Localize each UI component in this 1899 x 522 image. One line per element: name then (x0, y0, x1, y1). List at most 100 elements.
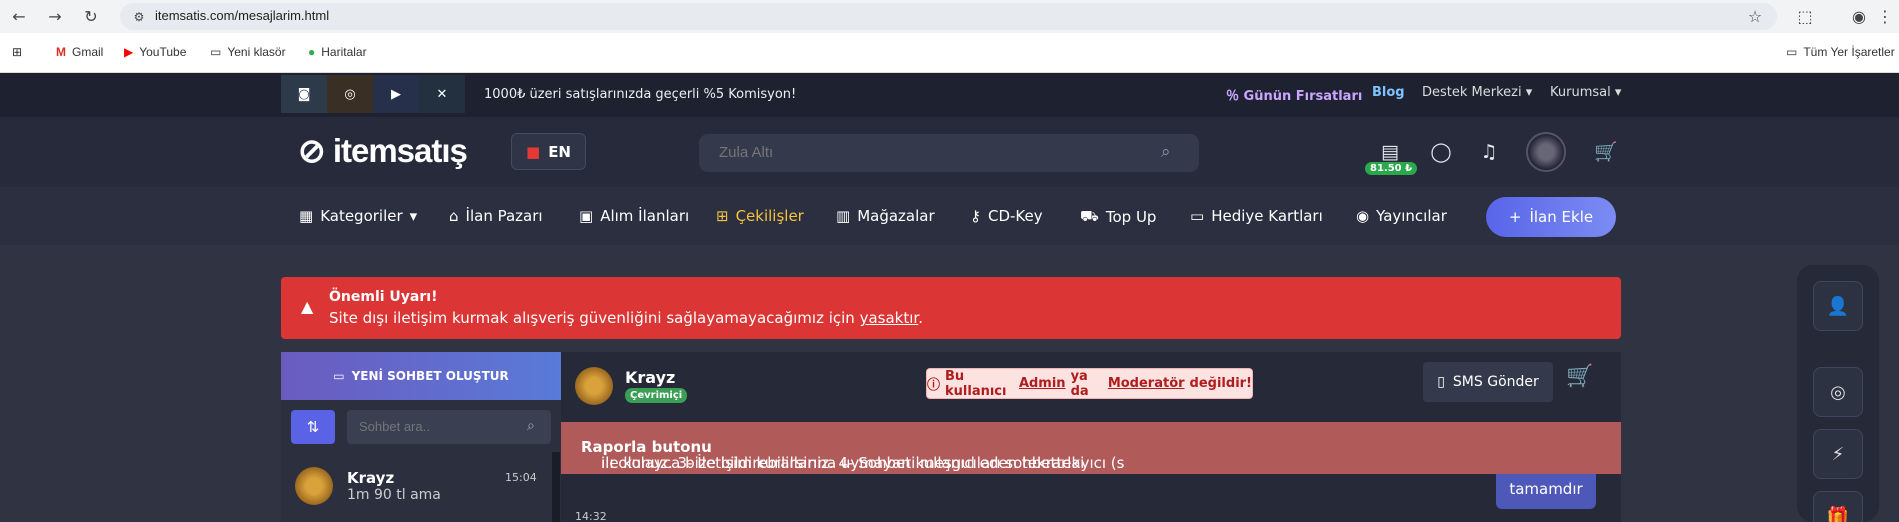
site-header: ⊘ itemsatış ■EN ⌕ ▤ 81.50 ₺ ◯ ♫ 🛒 (0, 117, 1899, 187)
important-alert: ▲ Önemli Uyarı! Site dışı iletişim kurma… (281, 277, 1621, 339)
language-switcher[interactable]: ■ EN (511, 133, 586, 170)
add-listing-button[interactable]: + İlan Ekle (1486, 197, 1616, 237)
user-avatar[interactable] (1526, 132, 1566, 172)
balance-badge: 81.50 ₺ (1365, 162, 1418, 175)
lightning-icon[interactable]: ⚡ (1813, 429, 1863, 479)
logo-icon: ⊘ (298, 132, 333, 169)
menu-cekilisler[interactable]: ⊞ Çekilişler (716, 207, 804, 225)
cart-icon[interactable]: 🛒 (1593, 139, 1619, 165)
menu-streamers[interactable]: ◉ Yayıncılar (1356, 207, 1447, 225)
rules-text: ılı olunuz. 3- İletişim kurallarına uyma… (581, 438, 1125, 472)
maps-icon: ● (308, 45, 316, 59)
search-icon[interactable]: ⌕ (1161, 142, 1171, 162)
chevron-down-icon: ▾ (409, 207, 418, 225)
sms-button[interactable]: ▯ SMS Gönder (1423, 362, 1553, 402)
gift-icon[interactable]: 🎁 (1813, 491, 1863, 522)
instagram-icon[interactable]: ◎ (1813, 367, 1863, 417)
menu-categories[interactable]: ▦ Kategoriler ▾ (299, 207, 417, 225)
cart-icon[interactable]: 🛒 (1566, 364, 1593, 389)
chat-icon[interactable]: ◯ (1428, 139, 1454, 165)
chat-bubble-icon: ▭ (333, 369, 345, 383)
flag-tr-icon: ■ (526, 142, 541, 161)
chat-list-scrollbar[interactable] (552, 452, 560, 522)
menu-alim-ilanlari[interactable]: ▣ Alım İlanları (579, 207, 689, 225)
corporate-link[interactable]: Kurumsal ▾ (1550, 85, 1621, 100)
store-icon: ▥ (836, 207, 851, 225)
floating-sidebar: 👤 ◎ ⚡ 🎁 (1797, 265, 1879, 522)
chat-list-item[interactable]: Krayz 1m 90 tl ama 15:04 (295, 467, 537, 509)
menu-top-up[interactable]: ⛟ Top Up (1080, 207, 1156, 227)
gift-icon: ⊞ (716, 207, 729, 225)
gamepad-icon: ◉ (1356, 207, 1370, 225)
online-status-badge: Çevrimiçi (625, 388, 688, 403)
url-text[interactable]: itemsatis.com/mesajlarim.html (155, 8, 329, 23)
extensions-icon[interactable]: ⬚ (1794, 6, 1816, 28)
bookmark-folder[interactable]: ▭ Yeni klasör (210, 45, 286, 59)
back-icon[interactable]: ← (8, 6, 30, 28)
user-avatar[interactable] (575, 367, 613, 405)
x-twitter-icon[interactable]: ✕ (419, 75, 465, 113)
new-chat-button[interactable]: ▭ YENİ SOHBET OLUŞTUR (281, 352, 561, 400)
contact-time: 15:04 (505, 471, 537, 484)
apps-icon[interactable]: ⊞ (12, 45, 22, 59)
chevron-down-icon: ▾ (1610, 85, 1622, 100)
search-input[interactable] (719, 144, 1139, 161)
alert-link[interactable]: yasaktır (860, 309, 919, 327)
contact-avatar (295, 467, 333, 505)
address-bar[interactable] (120, 3, 1777, 30)
menu-icon[interactable]: ⋮ (1874, 6, 1896, 28)
bell-icon[interactable]: ♫ (1476, 139, 1502, 165)
user-name[interactable]: Krayz (625, 368, 675, 387)
bookmark-star-icon[interactable]: ☆ (1744, 6, 1766, 28)
blog-link[interactable]: Blog (1372, 85, 1405, 100)
bookmark-maps[interactable]: ● Haritalar (308, 45, 367, 59)
warning-icon: ▲ (301, 297, 314, 316)
menu-cd-key[interactable]: ⚷ CD-Key (970, 207, 1043, 225)
forward-icon[interactable]: → (44, 6, 66, 28)
profile-icon[interactable]: ◉ (1848, 6, 1870, 28)
sort-button[interactable]: ⇅ (291, 410, 335, 444)
main-menu: ▦ Kategoriler ▾ ⌂ İlan Pazarı ▣ Alım İlanlar… (0, 187, 1899, 245)
moderator-link[interactable]: Moderatör (1108, 376, 1185, 391)
bookmark-youtube[interactable]: ▶ YouTube (124, 45, 186, 59)
menu-magazalar[interactable]: ▥ Mağazalar (836, 207, 935, 225)
bookmark-gmail[interactable]: M Gmail (56, 45, 103, 59)
all-bookmarks[interactable]: ▭ Tüm Yer İşaretler (1786, 45, 1895, 59)
conversation: Krayz Çevrimiçi ⓘ Bu kullanıcı Admin ya … (561, 352, 1621, 522)
deals-link[interactable]: ％ Günün Fırsatları (1226, 85, 1362, 104)
site-info-icon[interactable]: ⚙ (128, 6, 150, 28)
contact-last-message: 1m 90 tl ama (347, 487, 441, 503)
sort-icon: ⇅ (306, 418, 320, 436)
admin-link[interactable]: Admin (1019, 376, 1066, 391)
alert-text: Site dışı iletişim kurmak alışveriş güve… (329, 309, 923, 327)
youtube-icon: ▶ (124, 45, 134, 59)
top-strip: ◙ ◎ ▶ ✕ 1000₺ üzeri satışlarınızda geçer… (0, 73, 1899, 117)
promo-text: 1000₺ üzeri satışlarınızda geçerli %5 Ko… (484, 87, 797, 102)
chat-list: ▭YENİ SOHBET OLUŞTUR ⇅ ⌕ Krayz 1m 90 tl … (281, 352, 561, 522)
message-bubble: tamamdır (1496, 474, 1596, 509)
folder-icon: ▭ (1786, 45, 1798, 59)
chat-search-input[interactable] (359, 419, 509, 434)
youtube-social-icon[interactable]: ▶ (373, 75, 419, 113)
key-icon: ⚷ (970, 207, 981, 225)
discord-icon[interactable]: ◙ (281, 75, 327, 113)
browser-toolbar: ← → ↻ ⚙ itemsatis.com/mesajlarim.html ☆ … (0, 0, 1899, 33)
menu-gift-cards[interactable]: ▭ Hediye Kartları (1190, 207, 1323, 225)
contact-name: Krayz (347, 469, 395, 487)
profile-icon[interactable]: 👤 (1813, 281, 1863, 331)
menu-ilan-pazari[interactable]: ⌂ İlan Pazarı (449, 207, 543, 225)
support-link[interactable]: Destek Merkezi ▾ (1422, 85, 1532, 100)
percent-icon: ％ (1226, 89, 1244, 104)
instagram-icon[interactable]: ◎ (327, 75, 373, 113)
not-admin-warning: ⓘ Bu kullanıcı Admin ya da Moderatör değ… (926, 368, 1253, 399)
chevron-down-icon: ▾ (1521, 85, 1533, 100)
site-logo[interactable]: ⊘ itemsatış (298, 131, 468, 170)
chat-search[interactable]: ⌕ (347, 410, 551, 444)
bookmarks-bar: ⊞ M Gmail ▶ YouTube ▭ Yeni klasör ● Haritala… (0, 33, 1899, 73)
site-search[interactable]: ⌕ (699, 134, 1199, 172)
gmail-icon: M (56, 45, 66, 59)
search-icon[interactable]: ⌕ (527, 418, 535, 434)
info-icon: ⓘ (927, 378, 941, 393)
reload-icon[interactable]: ↻ (80, 6, 102, 28)
folder-icon: ▭ (210, 45, 222, 59)
